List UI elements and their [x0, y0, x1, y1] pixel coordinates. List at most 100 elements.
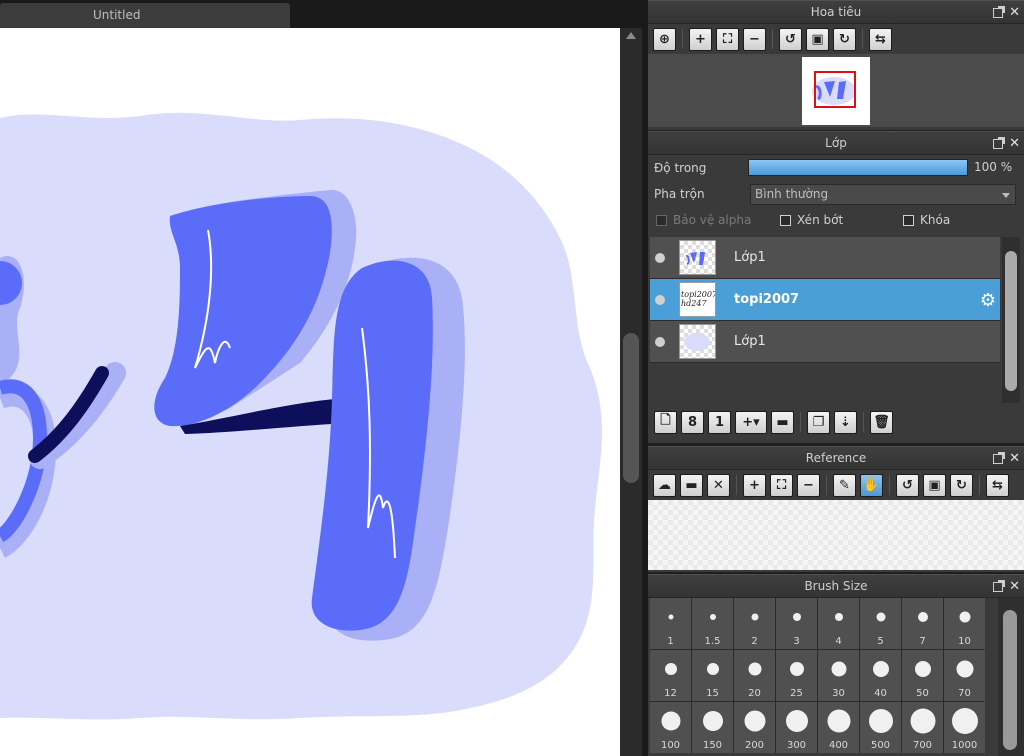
scroll-thumb[interactable] — [1005, 251, 1017, 391]
popout-icon[interactable] — [993, 5, 1006, 18]
eyedropper-icon[interactable]: ✎ — [833, 473, 856, 497]
close-icon[interactable]: ✕ — [1009, 452, 1020, 465]
blend-row: Pha trộn Bình thường — [648, 181, 1024, 207]
close-icon[interactable]: ✕ — [707, 473, 730, 497]
close-icon[interactable]: ✕ — [1009, 137, 1020, 150]
scroll-thumb[interactable] — [623, 333, 639, 483]
lock-checkbox[interactable]: Khóa — [903, 213, 950, 227]
brush-size-cell[interactable]: 1.5 — [692, 598, 733, 649]
brush-size-cell[interactable]: 25 — [776, 650, 817, 701]
visibility-eye-icon[interactable] — [655, 252, 665, 263]
brush-size-cell[interactable]: 50 — [902, 650, 943, 701]
brush-size-label: 20 — [748, 688, 761, 699]
layer-panel: Lớp ✕ Độ trong 100 % Pha trộn Bình thườn… — [648, 131, 1024, 443]
navigator-viewport-frame[interactable] — [814, 71, 856, 108]
brush-preview-dot — [661, 711, 680, 731]
drawing-canvas[interactable] — [0, 28, 620, 756]
brush-size-scrollbar[interactable] — [998, 598, 1024, 756]
popout-icon[interactable] — [993, 451, 1006, 464]
brush-size-cell[interactable]: 5 — [860, 598, 901, 649]
new-1bit-layer-icon[interactable]: 1 — [708, 410, 731, 434]
new-8bit-layer-icon[interactable]: 8 — [681, 410, 704, 434]
brush-size-cell[interactable]: 4 — [818, 598, 859, 649]
separator — [889, 475, 890, 495]
checkbox-box — [656, 214, 667, 226]
fit-window-icon[interactable]: ⛶ — [770, 473, 793, 497]
scroll-up-arrow-icon[interactable] — [626, 32, 636, 39]
popout-icon[interactable] — [993, 579, 1006, 592]
brush-size-cell[interactable]: 30 — [818, 650, 859, 701]
close-icon[interactable]: ✕ — [1009, 580, 1020, 593]
brush-preview-dot — [834, 613, 843, 621]
separator — [736, 475, 737, 495]
rotate-right-icon[interactable]: ↻ — [950, 473, 973, 497]
open-folder-icon[interactable]: ▬ — [680, 473, 703, 497]
brush-size-cell[interactable]: 400 — [818, 702, 859, 753]
brush-size-cell[interactable]: 1 — [650, 598, 691, 649]
brush-size-cell[interactable]: 20 — [734, 650, 775, 701]
zoom-out-icon[interactable]: − — [797, 473, 820, 497]
close-icon[interactable]: ✕ — [1009, 6, 1020, 19]
brush-preview-dot — [910, 708, 935, 734]
blend-mode-select[interactable]: Bình thường — [750, 184, 1016, 205]
delete-layer-icon[interactable]: 🗑 — [870, 410, 893, 434]
separator — [682, 29, 683, 49]
brush-size-label: 1.5 — [704, 636, 721, 647]
popout-icon[interactable] — [993, 136, 1006, 149]
rotate-left-icon[interactable]: ↺ — [779, 27, 802, 51]
fit-window-icon[interactable]: ⛶ — [716, 27, 739, 51]
hand-icon[interactable]: ✋ — [860, 473, 883, 497]
opacity-slider[interactable] — [748, 159, 968, 176]
gear-icon[interactable]: ⚙ — [980, 290, 996, 311]
zoom-in-icon[interactable]: + — [743, 473, 766, 497]
brush-size-cell[interactable]: 200 — [734, 702, 775, 753]
new-folder-icon[interactable]: ▬ — [771, 410, 794, 434]
brush-size-cell[interactable]: 700 — [902, 702, 943, 753]
new-layer-icon[interactable]: 🗋 — [654, 410, 677, 434]
zoom-out-icon[interactable]: − — [743, 27, 766, 51]
protect-alpha-checkbox[interactable]: Bảo vệ alpha — [656, 213, 751, 227]
brush-size-label: 50 — [916, 688, 929, 699]
brush-size-cell[interactable]: 70 — [944, 650, 985, 701]
visibility-eye-icon[interactable] — [655, 294, 665, 305]
flip-horizontal-icon[interactable]: ⇆ — [869, 27, 892, 51]
document-tab[interactable]: Untitled — [0, 3, 290, 28]
merge-down-icon[interactable]: ⇣ — [834, 410, 857, 434]
zoom-in-icon[interactable]: + — [689, 27, 712, 51]
reference-canvas[interactable] — [648, 500, 1024, 570]
scroll-thumb[interactable] — [1003, 610, 1017, 750]
brush-size-cell[interactable]: 7 — [902, 598, 943, 649]
brush-size-cell[interactable]: 1000 — [944, 702, 985, 753]
brush-size-cell[interactable]: 100 — [650, 702, 691, 753]
navigator-view[interactable] — [648, 54, 1024, 127]
clipping-checkbox[interactable]: Xén bớt — [780, 213, 843, 227]
layer-item[interactable]: Lớp1 — [650, 321, 1000, 363]
brush-size-cell[interactable]: 40 — [860, 650, 901, 701]
brush-size-cell[interactable]: 15 — [692, 650, 733, 701]
brush-size-cell[interactable]: 10 — [944, 598, 985, 649]
visibility-eye-icon[interactable] — [655, 336, 665, 347]
layer-item[interactable]: topi2007 hd247 topi2007 ⚙ — [650, 279, 1000, 321]
brush-size-cell[interactable]: 3 — [776, 598, 817, 649]
add-layer-menu-icon[interactable]: +▾ — [735, 410, 767, 434]
rotate-right-icon[interactable]: ↻ — [833, 27, 856, 51]
canvas-vertical-scrollbar[interactable] — [620, 28, 642, 756]
brush-size-cell[interactable]: 12 — [650, 650, 691, 701]
brush-size-cell[interactable]: 150 — [692, 702, 733, 753]
brush-size-cell[interactable]: 300 — [776, 702, 817, 753]
brush-size-cell[interactable]: 2 — [734, 598, 775, 649]
brush-size-label: 3 — [793, 636, 800, 647]
upload-icon[interactable]: ☁ — [653, 473, 676, 497]
layer-item[interactable]: Lớp1 — [650, 237, 1000, 279]
reset-rotation-icon[interactable]: ▣ — [923, 473, 946, 497]
opacity-label: Độ trong — [654, 161, 707, 175]
duplicate-layer-icon[interactable]: ❐ — [807, 410, 830, 434]
layers-list-scrollbar[interactable] — [1002, 237, 1020, 403]
rotate-left-icon[interactable]: ↺ — [896, 473, 919, 497]
zoom-fit-icon[interactable]: ⊕ — [653, 27, 676, 51]
brush-preview-dot — [917, 612, 928, 622]
brush-size-grid: 1 1.5 2 3 4 5 7 10 12 15 20 25 30 40 50 70 100 150 200 300 4… — [650, 598, 985, 753]
flip-horizontal-icon[interactable]: ⇆ — [986, 473, 1009, 497]
reset-rotation-icon[interactable]: ▣ — [806, 27, 829, 51]
brush-size-cell[interactable]: 500 — [860, 702, 901, 753]
